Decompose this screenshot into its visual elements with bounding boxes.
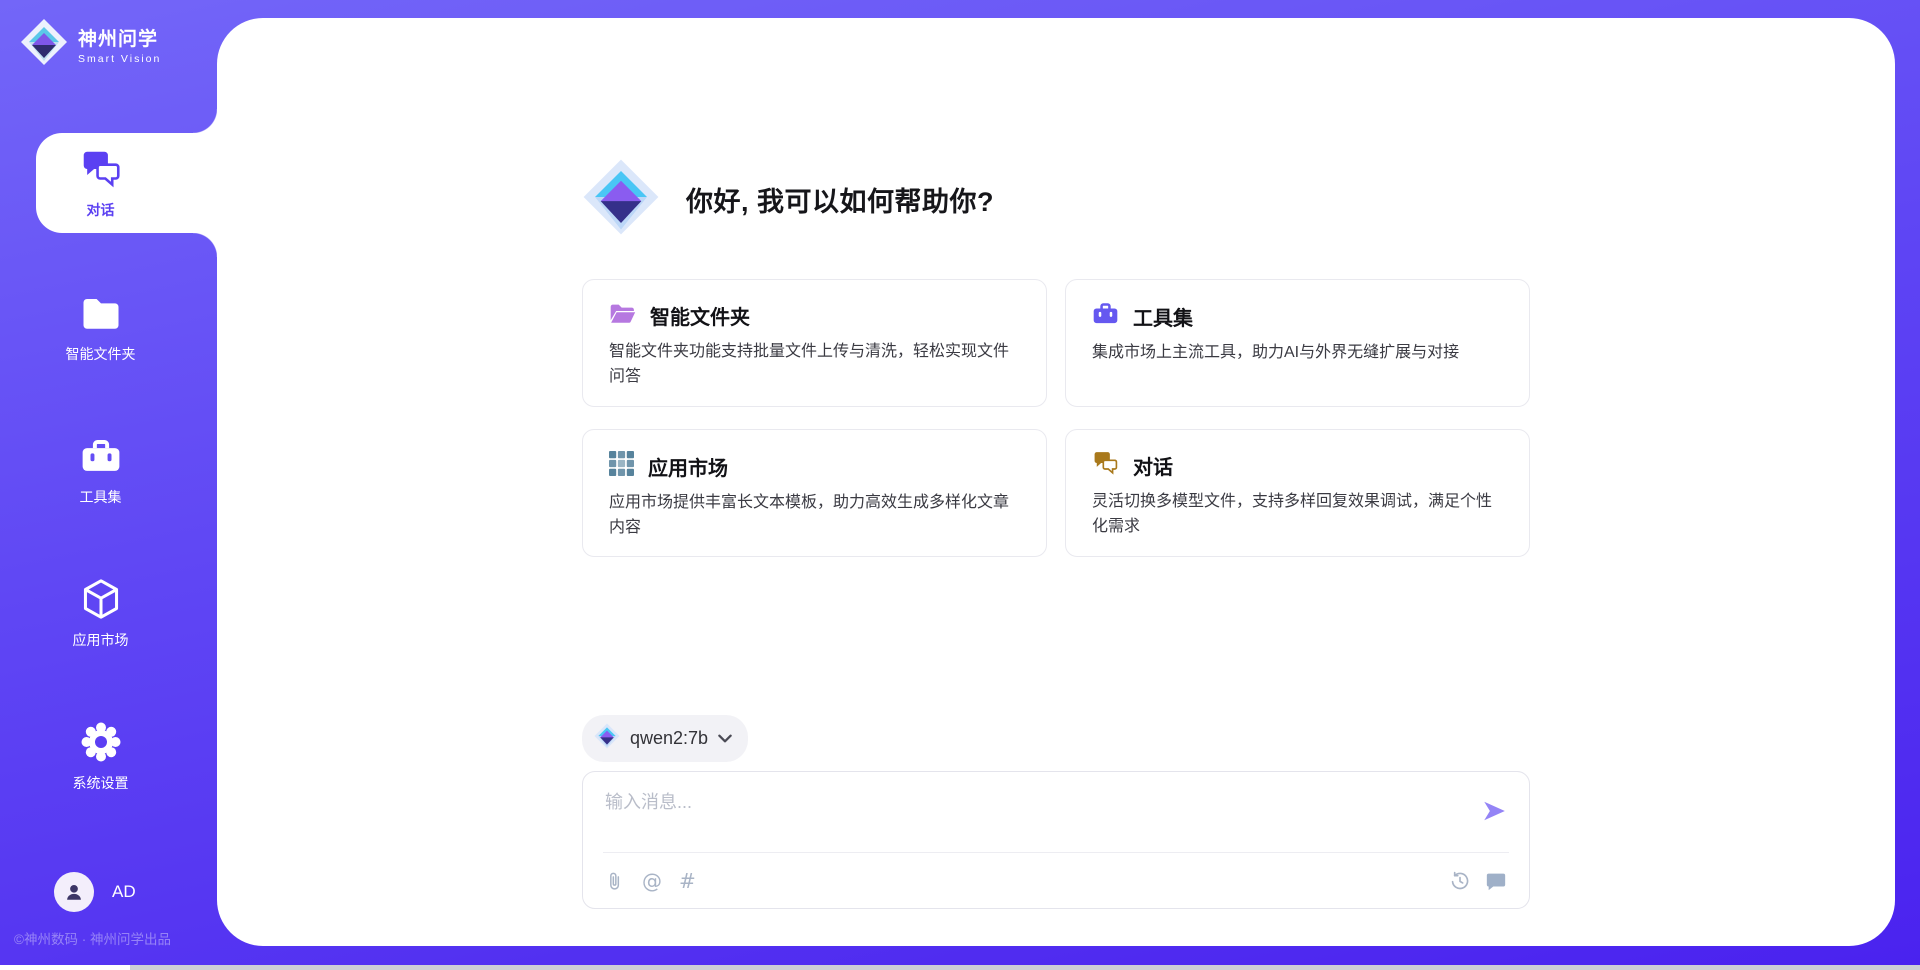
card-toolset[interactable]: 工具集 集成市场上主流工具，助力AI与外界无缝扩展与对接 (1065, 279, 1530, 407)
sidebar-item-settings[interactable]: 系统设置 (0, 706, 217, 806)
chat-bubbles-icon (1092, 451, 1119, 480)
card-title: 对话 (1133, 451, 1173, 480)
folder-icon (79, 291, 123, 335)
horizontal-scrollbar-thumb[interactable] (130, 965, 1920, 970)
brand-logo-diamond-icon (20, 18, 68, 71)
horizontal-scrollbar-track (0, 965, 1920, 970)
chevron-down-icon (718, 730, 732, 748)
user-row: AD (54, 872, 136, 912)
message-icon[interactable] (1485, 870, 1507, 892)
card-smart-folder[interactable]: 智能文件夹 智能文件夹功能支持批量文件上传与清洗，轻松实现文件问答 (582, 279, 1047, 407)
send-icon[interactable] (1481, 798, 1507, 824)
sidebar-item-label: 智能文件夹 (66, 344, 136, 364)
sidebar-item-toolset[interactable]: 工具集 (0, 420, 217, 520)
main-content: 你好, 我可以如何帮助你? 智能文件夹 智能文件夹功能支持批量文件 (217, 18, 1895, 946)
feature-cards: 智能文件夹 智能文件夹功能支持批量文件上传与清洗，轻松实现文件问答 (582, 279, 1530, 557)
toolbox-icon (1092, 301, 1119, 331)
brand: 神州问学 Smart Vision (20, 18, 161, 71)
sidebar-item-smart-folder[interactable]: 智能文件夹 (0, 277, 217, 377)
cube-icon (79, 577, 123, 621)
composer-toolbar: @ # (605, 853, 1507, 908)
brand-name: 神州问学 (78, 24, 161, 51)
card-app-market[interactable]: 应用市场 应用市场提供丰富长文本模板，助力高效生成多样化文章内容 (582, 429, 1047, 557)
model-selector-row: qwen2:7b (582, 715, 1530, 762)
person-icon (63, 881, 85, 903)
card-description: 应用市场提供丰富长文本模板，助力高效生成多样化文章内容 (609, 491, 1020, 541)
chat-bubbles-icon (79, 147, 123, 191)
user-name: AD (112, 882, 136, 902)
message-composer: @ # (582, 771, 1530, 909)
sidebar-footer-copyright: ©神州数码 · 神州问学出品 (14, 928, 171, 948)
brand-subtitle: Smart Vision (78, 53, 161, 65)
card-title: 智能文件夹 (650, 301, 750, 330)
logo-diamond-icon (594, 723, 620, 754)
attachment-icon[interactable] (605, 870, 625, 892)
sidebar-item-label: 系统设置 (73, 773, 129, 793)
sidebar-item-label: 对话 (87, 200, 115, 220)
card-description: 集成市场上主流工具，助力AI与外界无缝扩展与对接 (1092, 341, 1503, 366)
card-title: 应用市场 (648, 452, 728, 481)
brand-text: 神州问学 Smart Vision (78, 24, 161, 65)
sidebar-item-label: 工具集 (80, 487, 122, 507)
sidebar-item-chat[interactable]: 对话 (0, 133, 217, 233)
message-input[interactable] (605, 788, 1425, 844)
card-description: 智能文件夹功能支持批量文件上传与清洗，轻松实现文件问答 (609, 340, 1020, 390)
model-name: qwen2:7b (630, 728, 708, 749)
grid-icon (609, 451, 634, 481)
card-chat[interactable]: 对话 灵活切换多模型文件，支持多样回复效果调试，满足个性化需求 (1065, 429, 1530, 557)
sidebar-item-app-market[interactable]: 应用市场 (0, 563, 217, 663)
toolbox-icon (79, 434, 123, 478)
greeting-logo-diamond-icon (582, 158, 660, 241)
main-panel: 你好, 我可以如何帮助你? 智能文件夹 智能文件夹功能支持批量文件 (217, 18, 1895, 946)
greeting-title: 你好, 我可以如何帮助你? (686, 180, 994, 219)
greeting-row: 你好, 我可以如何帮助你? (582, 158, 1530, 241)
avatar[interactable] (54, 872, 94, 912)
hashtag-icon[interactable]: # (679, 871, 696, 891)
gear-icon (79, 720, 123, 764)
history-icon[interactable] (1449, 870, 1471, 892)
card-title: 工具集 (1133, 302, 1193, 331)
card-description: 灵活切换多模型文件，支持多样回复效果调试，满足个性化需求 (1092, 490, 1503, 540)
active-tab-background (36, 133, 217, 233)
sidebar-item-label: 应用市场 (73, 630, 129, 650)
model-selector[interactable]: qwen2:7b (582, 715, 748, 762)
mention-icon[interactable]: @ (642, 871, 662, 891)
folder-open-icon (609, 302, 636, 330)
